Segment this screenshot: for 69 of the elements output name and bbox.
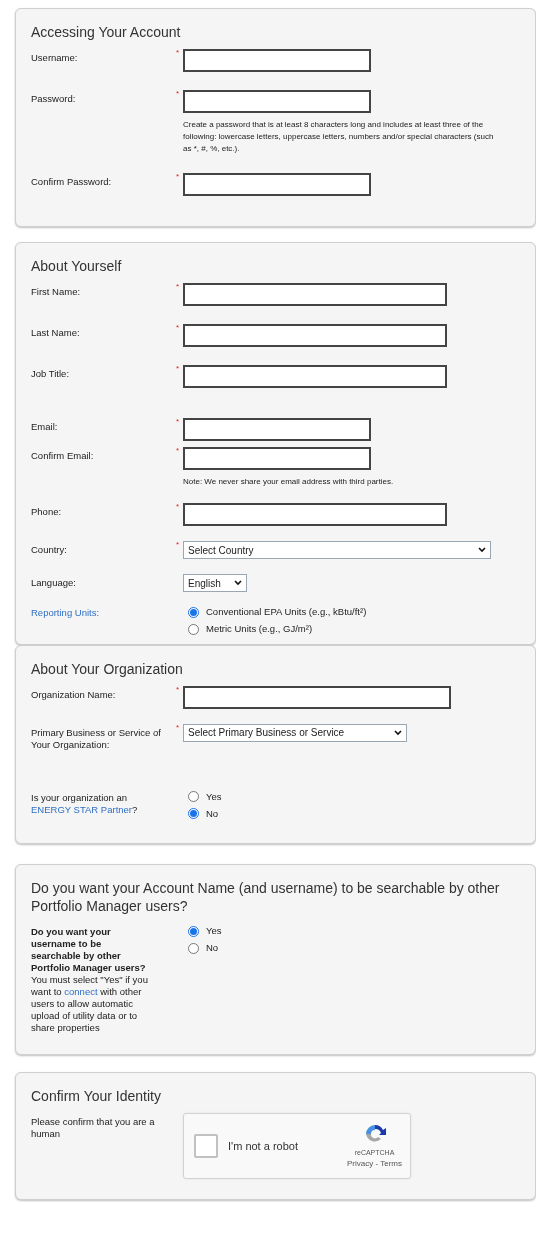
section-heading: About Your Organization [31, 659, 184, 678]
field-label: Username: [31, 51, 79, 64]
radio-option[interactable]: No [188, 806, 222, 821]
dropdown[interactable]: Select Country [183, 541, 491, 559]
radio-option[interactable]: Metric Units (e.g., GJ/m²) [188, 622, 367, 637]
help-text: Note: We never share your email address with third parties. [183, 476, 395, 488]
text-field[interactable] [183, 324, 447, 347]
field-label: Country: [31, 543, 68, 556]
field-label: Confirm Email: [31, 449, 95, 462]
required-mark: * [176, 282, 180, 291]
field-label: Organization Name: [31, 687, 117, 701]
radio-option[interactable]: No [188, 941, 222, 956]
checkbox-label: I'm not a robot [228, 1138, 299, 1154]
radio-option[interactable]: Yes [188, 924, 222, 939]
required-mark: * [176, 502, 180, 511]
radio-button[interactable] [188, 606, 199, 618]
chevron-down-icon [234, 580, 242, 586]
field-label: Primary Business or Service of Your Organization: [31, 725, 162, 751]
radio-button[interactable] [188, 623, 199, 635]
required-mark: * [176, 48, 180, 57]
field-label: Email: [31, 420, 59, 433]
checkbox[interactable] [194, 1134, 218, 1158]
radio-button[interactable] [188, 791, 199, 803]
radio-button[interactable] [188, 925, 199, 937]
field-label: Password: [31, 92, 77, 105]
field-label: Do you want your username to be searchable by other Portfolio Manager users? You must select "Yes" if you want to connect with other users to allow automatic upload of utility data or to share properties [31, 925, 149, 1034]
field-label: Phone: [31, 505, 63, 518]
radio-button[interactable] [188, 942, 199, 954]
text-field[interactable] [183, 365, 447, 388]
text-field[interactable] [183, 685, 451, 709]
link[interactable]: Reporting Units: [31, 607, 100, 618]
field-label: Last Name: [31, 326, 81, 339]
field-label: Job Title: [31, 367, 71, 380]
text-field[interactable] [183, 503, 447, 526]
chevron-down-icon [394, 729, 402, 736]
link[interactable]: ENERGY STAR Partner [31, 803, 132, 815]
radio-option[interactable]: Yes [188, 789, 222, 804]
radio-button[interactable] [188, 808, 199, 820]
section-heading: Accessing Your Account [31, 23, 182, 41]
text-field[interactable] [183, 447, 371, 470]
required-mark: * [176, 417, 180, 426]
section-heading: About Yourself [31, 257, 123, 275]
section-heading: Do you want your Account Name (and username) to be searchable by other Portfolio Manager users? [31, 879, 501, 915]
required-mark: * [176, 364, 180, 373]
text-field[interactable] [183, 90, 371, 113]
section-heading: Confirm Your Identity [31, 1087, 162, 1105]
field-label: Please confirm that you are a human [31, 1115, 156, 1140]
required-mark: * [176, 323, 180, 332]
radio-option[interactable]: Conventional EPA Units (e.g., kBtu/ft²) [188, 605, 367, 620]
captcha-links: Privacy - Terms [347, 1158, 402, 1171]
required-mark: * [176, 684, 180, 694]
chevron-down-icon [478, 547, 486, 553]
field-label: Is your organization an ENERGY STAR Partner? [31, 790, 139, 816]
text-field[interactable] [183, 173, 371, 196]
text-field[interactable] [183, 418, 371, 441]
field-label: Language: [31, 576, 77, 589]
field-label: First Name: [31, 285, 82, 298]
required-mark: * [176, 540, 180, 549]
required-mark: * [176, 446, 180, 455]
required-mark: * [176, 172, 180, 181]
dropdown[interactable]: English [183, 574, 247, 592]
link[interactable]: connect [64, 986, 98, 997]
field-label: Confirm Password: [31, 175, 113, 188]
required-mark: * [176, 722, 180, 732]
text-field[interactable] [183, 283, 447, 306]
text-field[interactable] [183, 49, 371, 72]
dropdown[interactable]: Select Primary Business or Service [183, 723, 407, 742]
help-text: Create a password that is at least 8 characters long and includes at least three of the following: lowercase letters, uppercase letters, numbers and/or special characters (such as *, #, %, etc.). [183, 119, 495, 155]
required-mark: * [176, 89, 180, 98]
